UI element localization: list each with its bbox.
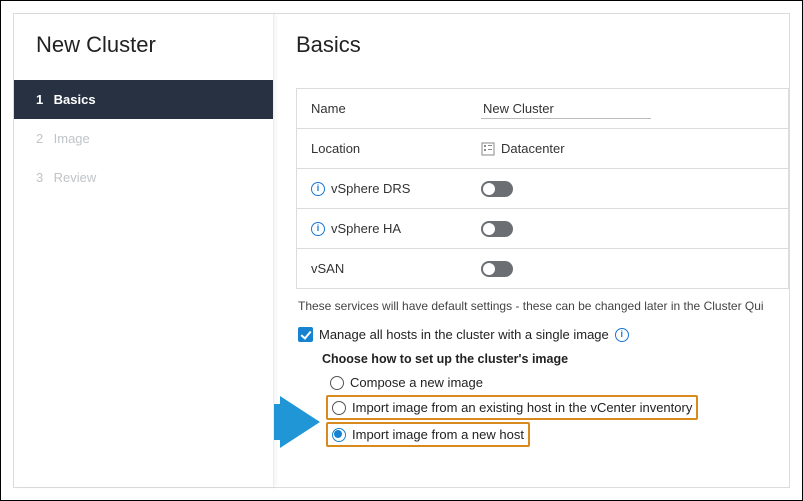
option-import-new[interactable]: Import image from a new host <box>326 422 530 447</box>
option-import-new-label: Import image from a new host <box>352 427 524 442</box>
info-icon[interactable]: i <box>311 222 325 236</box>
manage-image-label: Manage all hosts in the cluster with a s… <box>319 327 609 342</box>
step-label: Basics <box>54 92 96 107</box>
toggle-drs[interactable] <box>481 181 513 197</box>
location-value: Datacenter <box>501 141 565 156</box>
row-name: Name <box>297 89 788 129</box>
wizard-sidebar: New Cluster 1 Basics 2 Image 3 Review <box>14 14 274 487</box>
manage-image-row: Manage all hosts in the cluster with a s… <box>298 327 789 342</box>
info-icon[interactable]: i <box>615 328 629 342</box>
radio-import-existing[interactable] <box>332 401 346 415</box>
row-ha: i vSphere HA <box>297 209 788 249</box>
option-import-existing-label: Import image from an existing host in th… <box>352 400 692 415</box>
info-icon[interactable]: i <box>311 182 325 196</box>
label-drs: vSphere DRS <box>331 181 410 196</box>
cluster-name-input[interactable] <box>481 99 651 119</box>
step-basics[interactable]: 1 Basics <box>14 80 273 119</box>
option-compose[interactable]: Compose a new image <box>326 372 487 393</box>
label-ha: vSphere HA <box>331 221 401 236</box>
step-num: 1 <box>36 92 50 107</box>
image-setup-heading: Choose how to set up the cluster's image <box>322 352 789 366</box>
manage-image-checkbox[interactable] <box>298 327 313 342</box>
step-label: Image <box>54 131 90 146</box>
radio-import-new[interactable] <box>332 428 346 442</box>
panel-title: Basics <box>296 32 789 58</box>
step-num: 3 <box>36 170 50 185</box>
callout-arrow-icon <box>274 396 320 448</box>
option-import-existing[interactable]: Import image from an existing host in th… <box>326 395 698 420</box>
main-panel: Basics Name Location Datacenter <box>274 14 789 487</box>
step-image[interactable]: 2 Image <box>14 119 273 158</box>
option-compose-label: Compose a new image <box>350 375 483 390</box>
services-note: These services will have default setting… <box>298 299 787 313</box>
row-vsan: vSAN <box>297 249 788 289</box>
toggle-vsan[interactable] <box>481 261 513 277</box>
image-setup-options: Compose a new image Import image from an… <box>326 372 789 447</box>
wizard-title: New Cluster <box>14 32 273 80</box>
row-drs: i vSphere DRS <box>297 169 788 209</box>
datacenter-icon <box>481 142 495 156</box>
label-location: Location <box>311 141 481 156</box>
step-num: 2 <box>36 131 50 146</box>
step-review[interactable]: 3 Review <box>14 158 273 197</box>
label-vsan: vSAN <box>311 261 344 276</box>
radio-compose[interactable] <box>330 376 344 390</box>
settings-table: Name Location Datacenter <box>296 88 789 289</box>
label-name: Name <box>311 101 481 116</box>
toggle-ha[interactable] <box>481 221 513 237</box>
row-location: Location Datacenter <box>297 129 788 169</box>
step-label: Review <box>54 170 97 185</box>
